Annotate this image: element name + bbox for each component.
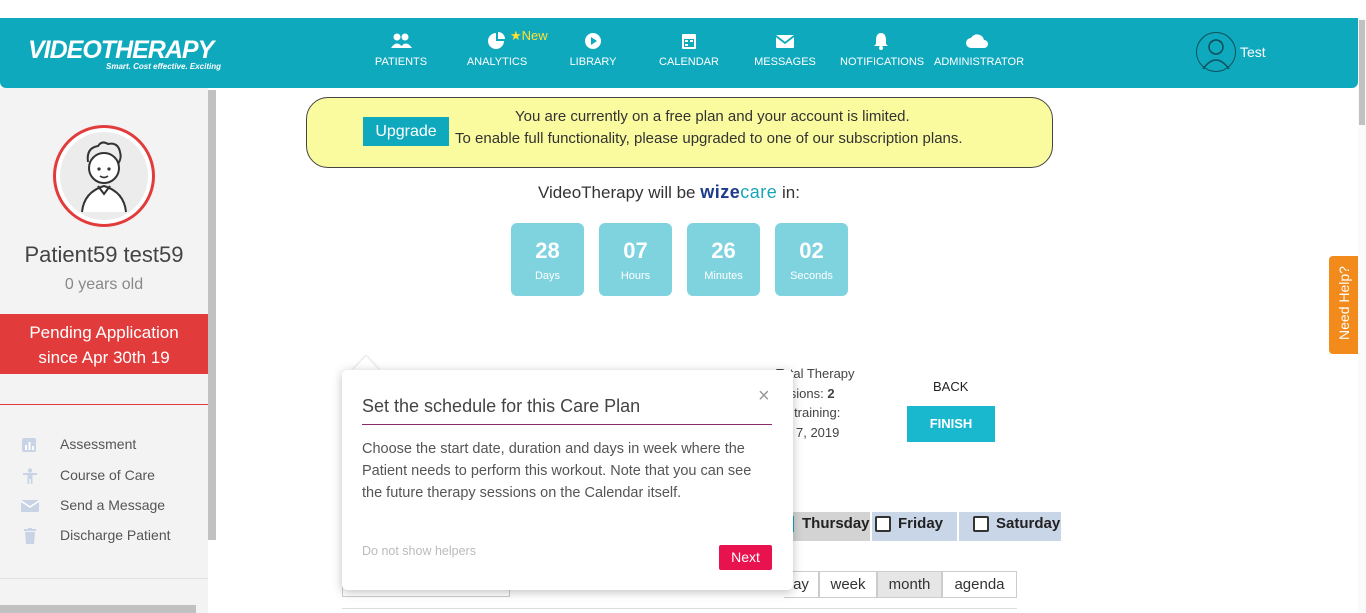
nav-label-notifications: NOTIFICATIONS bbox=[840, 56, 925, 68]
new-badge: ★New bbox=[510, 28, 548, 44]
user-avatar bbox=[1196, 32, 1236, 72]
star-icon: ★ bbox=[510, 28, 522, 43]
view-week-button[interactable]: week bbox=[819, 571, 877, 598]
pie-chart-icon bbox=[488, 32, 505, 49]
wizecare-logo-b: care bbox=[740, 182, 778, 202]
status-line-1: Pending Application bbox=[29, 323, 179, 342]
upgrade-button[interactable]: Upgrade bbox=[363, 117, 449, 146]
countdown-minutes: 26 Minutes bbox=[687, 223, 760, 296]
day-checkbox[interactable] bbox=[875, 516, 891, 532]
sidebar-divider bbox=[0, 404, 208, 405]
cloud-icon bbox=[966, 34, 988, 48]
countdown-unit: Minutes bbox=[704, 270, 743, 282]
day-label: Saturday bbox=[996, 515, 1061, 532]
need-help-tab[interactable]: Need Help? bbox=[1329, 256, 1358, 354]
nav-item-patients[interactable]: PATIENTS bbox=[372, 32, 430, 78]
top-strip bbox=[0, 0, 1366, 18]
view-agenda-button[interactable]: agenda bbox=[942, 571, 1017, 598]
sidebar-scrollbar[interactable] bbox=[208, 90, 216, 540]
next-button[interactable]: Next bbox=[719, 545, 772, 570]
countdown-value: 28 bbox=[535, 238, 560, 263]
wizecare-announcement: VideoTherapy will be wizecare in: bbox=[538, 182, 800, 203]
wizecare-logo-a: wize bbox=[700, 182, 741, 202]
sidebar-item-label: Course of Care bbox=[60, 467, 155, 483]
day-label: Friday bbox=[898, 515, 944, 532]
nav-label-messages: MESSAGES bbox=[754, 56, 816, 68]
popover-arrow bbox=[352, 356, 380, 371]
back-button[interactable]: BACK bbox=[933, 379, 968, 394]
brand-logo[interactable]: VIDEOTHERAPY bbox=[28, 36, 214, 65]
top-navbar: VIDEOTHERAPY Smart. Cost effective. Exci… bbox=[0, 18, 1358, 88]
day-saturday[interactable]: Saturday bbox=[959, 512, 1061, 541]
sidebar-item-label: Send a Message bbox=[60, 497, 166, 513]
user-name: Test bbox=[1240, 44, 1266, 60]
countdown-unit: Days bbox=[534, 270, 561, 282]
sidebar-item-label: Assessment bbox=[60, 436, 137, 452]
nav-item-notifications[interactable]: NOTIFICATIONS bbox=[840, 32, 925, 78]
trash-icon bbox=[24, 528, 36, 544]
summary-sessions-value: 2 bbox=[827, 385, 835, 401]
wize-suffix: in: bbox=[782, 183, 800, 202]
free-plan-banner: Upgrade You are currently on a free plan… bbox=[306, 97, 1053, 168]
nav-label-library: LIBRARY bbox=[569, 56, 617, 68]
bar-chart-icon bbox=[22, 438, 36, 452]
countdown-value: 02 bbox=[799, 238, 824, 263]
countdown-value: 26 bbox=[711, 238, 736, 263]
countdown-days: 28 Days bbox=[511, 223, 584, 296]
doctor-avatar-icon bbox=[1202, 39, 1230, 70]
helper-popover: Set the schedule for this Care Plan × Ch… bbox=[342, 370, 793, 590]
patient-avatar bbox=[53, 125, 155, 227]
status-line-2: since Apr 30th 19 bbox=[38, 348, 170, 367]
countdown-value: 07 bbox=[623, 238, 648, 263]
need-help-label: Need Help? bbox=[1336, 266, 1352, 340]
day-friday[interactable]: Friday bbox=[872, 512, 957, 541]
nav-label-calendar: CALENDAR bbox=[659, 56, 719, 68]
close-icon[interactable]: × bbox=[758, 385, 770, 408]
banner-line-1: You are currently on a free plan and you… bbox=[515, 108, 910, 125]
countdown-hours: 07 Hours bbox=[599, 223, 672, 296]
status-badge: Pending Application since Apr 30th 19 bbox=[0, 314, 208, 374]
person-icon bbox=[23, 468, 37, 484]
view-month-button[interactable]: month bbox=[877, 571, 942, 598]
play-circle-icon bbox=[585, 33, 601, 49]
page-scrollbar-thumb[interactable] bbox=[1359, 20, 1365, 125]
patient-name: Patient59 test59 bbox=[24, 242, 184, 267]
nav-label-patients: PATIENTS bbox=[374, 56, 428, 68]
nav-item-administrator[interactable]: ADMINISTRATOR bbox=[934, 32, 1024, 78]
nav-item-library[interactable]: LIBRARY bbox=[566, 32, 620, 78]
new-badge-label: New bbox=[521, 28, 548, 43]
sidebar-bottom-divider bbox=[0, 578, 208, 579]
do-not-show-helpers-link[interactable]: Do not show helpers bbox=[362, 544, 476, 558]
patients-icon bbox=[391, 33, 412, 48]
bell-icon bbox=[874, 33, 888, 50]
day-checkbox[interactable] bbox=[973, 516, 989, 532]
countdown-seconds: 02 Seconds bbox=[775, 223, 848, 296]
sidebar-horizontal-scrollbar[interactable] bbox=[0, 605, 196, 613]
brand-tagline: Smart. Cost effective. Exciting bbox=[106, 62, 221, 71]
calendar-header-row bbox=[342, 608, 1017, 613]
day-label: Thursday bbox=[802, 515, 870, 532]
countdown-unit: Hours bbox=[620, 270, 651, 282]
banner-line-2: To enable full functionality, please upg… bbox=[455, 130, 963, 147]
sidebar-item-label: Discharge Patient bbox=[60, 527, 171, 543]
envelope-icon bbox=[20, 500, 40, 512]
nav-item-messages[interactable]: MESSAGES bbox=[752, 32, 818, 78]
calendar-icon bbox=[682, 34, 696, 49]
finish-button[interactable]: FINISH bbox=[907, 406, 995, 442]
day-thursday[interactable]: Thursday bbox=[784, 512, 870, 541]
popover-body: Choose the start date, duration and days… bbox=[362, 441, 752, 501]
wizecare-logo: wizecare bbox=[700, 182, 777, 202]
nav-label-analytics: ANALYTICS bbox=[466, 56, 528, 68]
patient-age: 0 years old bbox=[64, 276, 144, 293]
nav-item-calendar[interactable]: CALENDAR bbox=[656, 32, 722, 78]
weekday-selector: Thursday Friday Saturday bbox=[784, 512, 1061, 541]
nav-label-administrator: ADMINISTRATOR bbox=[934, 56, 1025, 68]
countdown-unit: Seconds bbox=[790, 270, 833, 282]
popover-divider bbox=[362, 424, 772, 425]
envelope-icon bbox=[775, 35, 795, 48]
wize-prefix: VideoTherapy will be bbox=[538, 183, 696, 202]
patient-avatar-icon bbox=[81, 141, 127, 213]
patient-sidebar: Patient59 test59 0 years old Pending App… bbox=[0, 88, 208, 613]
popover-title: Set the schedule for this Care Plan bbox=[362, 396, 641, 416]
